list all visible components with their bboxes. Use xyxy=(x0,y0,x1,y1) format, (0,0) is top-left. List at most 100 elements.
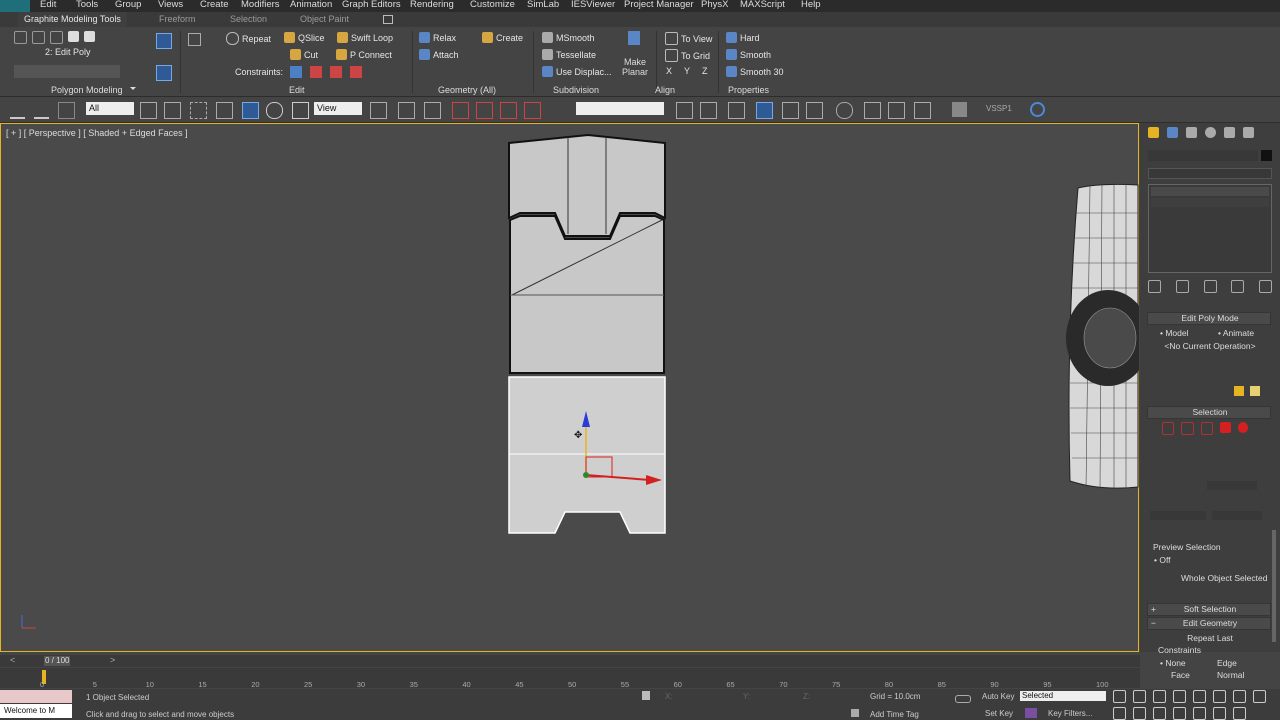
element-icon[interactable] xyxy=(84,31,95,42)
angle-snap-icon[interactable] xyxy=(476,102,493,119)
render-setup-icon[interactable] xyxy=(864,102,881,119)
configure-sets-icon[interactable] xyxy=(1259,280,1272,293)
ribbon-minimize-icon[interactable] xyxy=(383,15,393,24)
pan-icon[interactable] xyxy=(1173,707,1186,720)
select-object-icon[interactable] xyxy=(140,102,157,119)
polygon-icon[interactable] xyxy=(68,31,79,42)
display-tab-icon[interactable] xyxy=(1224,127,1235,138)
menu-edit[interactable]: Edit xyxy=(40,0,56,10)
keyboard-shortcut-icon[interactable] xyxy=(424,102,441,119)
select-by-name-icon[interactable] xyxy=(164,102,181,119)
preview-off-radio[interactable]: • Off xyxy=(1154,555,1171,565)
next-frame-icon[interactable] xyxy=(1173,690,1186,703)
align-x-button[interactable]: X xyxy=(666,66,672,76)
vertex-icon[interactable] xyxy=(14,31,27,44)
ignore-backfacing-icon[interactable] xyxy=(156,65,172,81)
constraint-normal-icon[interactable] xyxy=(350,66,362,78)
to-view-button[interactable]: To View xyxy=(665,32,712,45)
border-icon[interactable] xyxy=(50,31,63,44)
rendered-frame-icon[interactable] xyxy=(888,102,905,119)
polygon-level-icon[interactable] xyxy=(1220,422,1231,433)
stack-item-line[interactable] xyxy=(1151,209,1269,218)
percent-snap-icon[interactable] xyxy=(500,102,517,119)
orbit-icon[interactable] xyxy=(1193,707,1206,720)
cut-button[interactable]: Cut xyxy=(290,49,318,60)
motion-tab-icon[interactable] xyxy=(1205,127,1216,138)
align-icon[interactable] xyxy=(700,102,717,119)
fov-icon[interactable] xyxy=(1153,707,1166,720)
maximize-viewport-icon[interactable] xyxy=(1253,690,1266,703)
relax-button[interactable]: Relax xyxy=(419,32,456,43)
create-button[interactable]: Create xyxy=(482,32,523,43)
go-to-end-icon[interactable] xyxy=(1193,690,1206,703)
align-z-button[interactable]: Z xyxy=(702,66,708,76)
constraint-edge-icon[interactable] xyxy=(310,66,322,78)
stack-item-edit-poly[interactable] xyxy=(1151,187,1269,196)
settings-icon[interactable] xyxy=(1250,386,1260,396)
constraint-none-radio[interactable]: • None xyxy=(1160,658,1186,668)
rectangle-selection-icon[interactable] xyxy=(190,102,207,119)
edge-level-icon[interactable] xyxy=(1181,422,1194,435)
command-panel-scrollbar[interactable] xyxy=(1272,530,1276,642)
coord-y-field[interactable]: Y: xyxy=(743,692,750,701)
stack-icon[interactable] xyxy=(188,33,201,46)
tab-freeform[interactable]: Freeform xyxy=(159,14,196,24)
snaps-toggle-icon[interactable] xyxy=(452,102,469,119)
curve-editor-icon[interactable] xyxy=(782,102,799,119)
material-editor-icon[interactable] xyxy=(836,102,853,119)
maxscript-mini-listener[interactable]: Welcome to M xyxy=(0,704,72,718)
maxscript-output-field[interactable] xyxy=(0,690,72,703)
selection-filter-dropdown[interactable]: All xyxy=(86,102,134,115)
menu-create[interactable]: Create xyxy=(200,0,229,10)
refresh-icon[interactable] xyxy=(1030,102,1045,117)
stack-item-bevel[interactable] xyxy=(1151,198,1269,207)
hard-button[interactable]: Hard xyxy=(726,32,760,43)
attach-button[interactable]: Attach xyxy=(419,49,459,60)
key-icon[interactable] xyxy=(955,695,971,703)
zoom-icon[interactable] xyxy=(1213,690,1226,703)
tab-object-paint[interactable]: Object Paint xyxy=(300,14,349,24)
move-icon[interactable] xyxy=(242,102,259,119)
layer-manager-icon[interactable] xyxy=(728,102,745,119)
min-max-toggle-icon[interactable] xyxy=(1233,707,1246,720)
qslice-button[interactable]: QSlice xyxy=(284,32,325,43)
animate-radio[interactable]: • Animate xyxy=(1218,328,1254,338)
coord-z-field[interactable]: Z: xyxy=(803,692,810,701)
menu-maxscript[interactable]: MAXScript xyxy=(740,0,785,10)
menu-group[interactable]: Group xyxy=(115,0,141,10)
menu-customize[interactable]: Customize xyxy=(470,0,515,10)
tab-selection[interactable]: Selection xyxy=(230,14,267,24)
menu-help[interactable]: Help xyxy=(801,0,821,10)
go-to-start-icon[interactable] xyxy=(1113,690,1126,703)
walkthrough-icon[interactable] xyxy=(1213,707,1226,720)
create-tab-icon[interactable] xyxy=(1148,127,1159,138)
schematic-view-icon[interactable] xyxy=(806,102,823,119)
play-icon[interactable] xyxy=(1153,690,1166,703)
make-unique-icon[interactable] xyxy=(1203,280,1217,293)
edge-icon[interactable] xyxy=(32,31,45,44)
add-time-tag-button[interactable]: Add Time Tag xyxy=(870,710,919,719)
use-displacement-button[interactable]: Use Displac... xyxy=(542,66,612,77)
smooth-button[interactable]: Smooth xyxy=(726,49,771,60)
constraint-face-radio[interactable]: Face xyxy=(1171,670,1190,680)
msmooth-button[interactable]: MSmooth xyxy=(542,32,595,43)
menu-iesviewer[interactable]: IESViewer xyxy=(571,0,615,10)
pin-stack-icon[interactable] xyxy=(1148,280,1161,293)
pivot-center-icon[interactable] xyxy=(370,102,387,119)
named-selection-field[interactable]: VSSP1 xyxy=(986,104,1012,113)
modify-mode-buttons[interactable] xyxy=(14,65,120,78)
constraint-normal-radio[interactable]: Normal xyxy=(1217,670,1244,680)
remove-modifier-icon[interactable] xyxy=(1231,280,1245,293)
mirror-icon[interactable] xyxy=(676,102,693,119)
repeat-last-button[interactable]: Repeat Last xyxy=(1148,633,1272,643)
rotate-icon[interactable] xyxy=(266,102,283,119)
next-frame-icon[interactable]: > xyxy=(110,655,115,665)
app-logo-icon[interactable] xyxy=(0,0,30,12)
commit-icon[interactable] xyxy=(1234,386,1244,396)
properties-group-title[interactable]: Properties xyxy=(728,85,769,95)
object-color-swatch[interactable] xyxy=(1261,150,1272,161)
border-level-icon[interactable] xyxy=(1200,422,1214,435)
reference-coordinate-dropdown[interactable]: View xyxy=(314,102,362,115)
render-teapot-icon[interactable] xyxy=(914,102,931,119)
align-y-button[interactable]: Y xyxy=(684,66,690,76)
